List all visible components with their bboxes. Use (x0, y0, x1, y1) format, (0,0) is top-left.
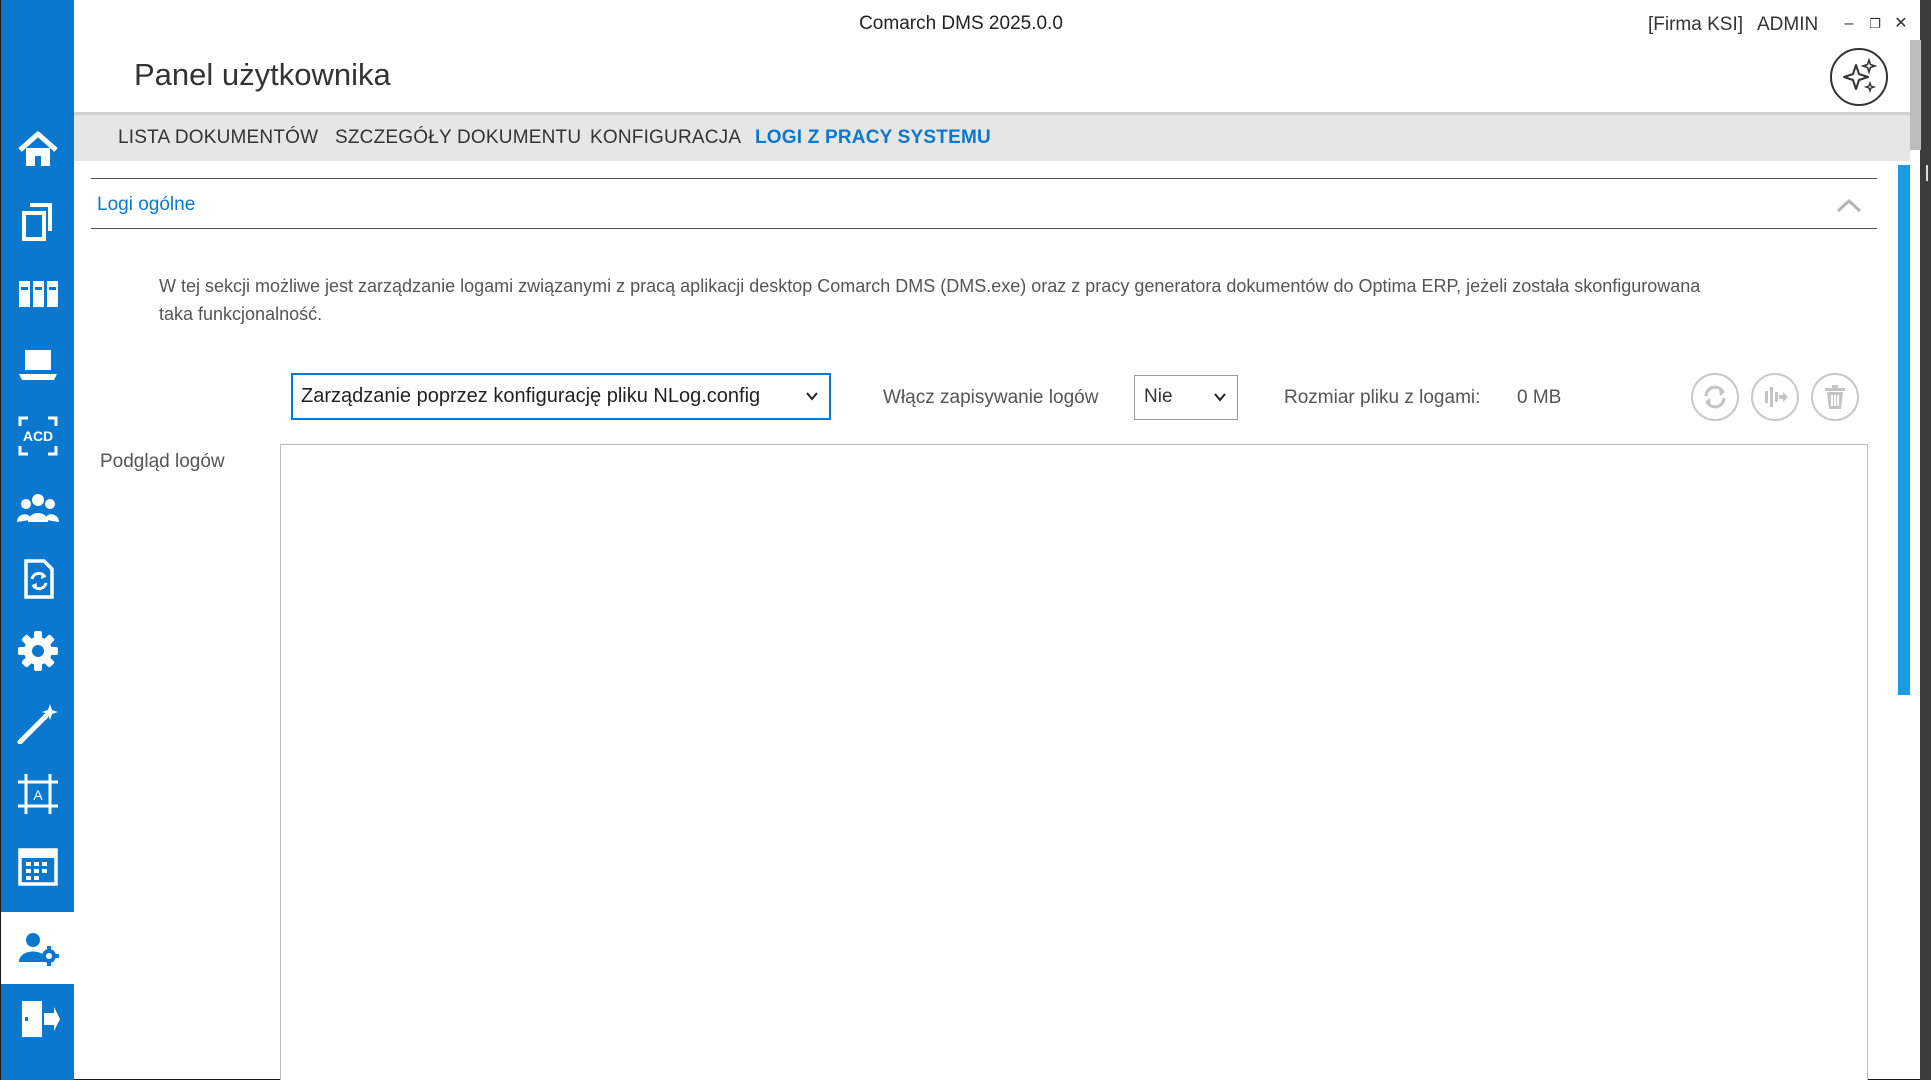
calendar-icon (17, 848, 58, 886)
window-outer-edge (1920, 0, 1931, 1080)
log-management-mode-select[interactable]: Zarządzanie poprzez konfigurację pliku N… (291, 373, 831, 420)
window-title: Comarch DMS 2025.0.0 (859, 13, 1063, 34)
users-icon (16, 494, 59, 522)
tab-configuration[interactable]: KONFIGURACJA (590, 127, 741, 149)
documents-icon (21, 203, 52, 241)
chevron-down-icon (1214, 393, 1226, 402)
sidebar-item-laptop[interactable] (1, 328, 74, 400)
sidebar-item-ocr[interactable]: ACD (1, 400, 74, 472)
content-scrollbar[interactable] (1898, 165, 1910, 695)
section-divider-top (91, 178, 1877, 179)
tab-document-list[interactable]: LISTA DOKUMENTÓW (118, 127, 318, 149)
window-controls: – ❐ ✕ (1841, 15, 1909, 33)
section-title[interactable]: Logi ogólne (97, 194, 195, 216)
ai-assistant-button[interactable] (1830, 48, 1888, 106)
sidebar-item-calendar[interactable] (1, 830, 74, 902)
enable-logging-value: Nie (1144, 386, 1173, 407)
enable-logging-select[interactable]: Nie (1134, 375, 1238, 420)
sidebar-item-binders[interactable] (1, 257, 74, 329)
template-frame-icon: A (17, 774, 58, 814)
ocr-acd-text: ACD (22, 428, 52, 444)
app-window: ACD A Comarch DMS 2025.0.0 [Firma KSI] A… (0, 0, 1921, 1080)
log-file-size-value: 0 MB (1517, 387, 1562, 408)
restore-button[interactable]: ❐ (1867, 15, 1883, 33)
document-sync-icon (23, 559, 54, 599)
company-name[interactable]: [Firma KSI] (1648, 14, 1743, 36)
user-name[interactable]: ADMIN (1757, 14, 1818, 36)
delete-logs-button[interactable] (1811, 373, 1859, 421)
sidebar-item-settings[interactable] (1, 615, 74, 687)
settings-gear-icon (17, 631, 58, 671)
sidebar-item-logout[interactable] (1, 983, 74, 1055)
tab-bar: LISTA DOKUMENTÓW SZCZEGÓŁY DOKUMENTU KON… (74, 112, 1910, 161)
chevron-down-icon (806, 392, 818, 401)
sparkles-icon (1843, 57, 1878, 94)
refresh-button[interactable] (1691, 373, 1739, 421)
page-title: Panel użytkownika (134, 57, 391, 92)
enable-logging-label: Włącz zapisywanie logów (883, 387, 1099, 408)
sidebar-item-templates[interactable]: A (1, 758, 74, 830)
edge-marker (1926, 165, 1928, 181)
sidebar-item-document-sync[interactable] (1, 543, 74, 615)
chevron-up-icon[interactable] (1835, 196, 1863, 214)
home-icon (17, 131, 58, 166)
close-button[interactable]: ✕ (1893, 15, 1909, 33)
template-frame-text: A (33, 787, 43, 803)
sidebar-item-wizard[interactable] (1, 686, 74, 758)
refresh-icon (1704, 385, 1726, 409)
minimize-button[interactable]: – (1841, 15, 1857, 33)
sidebar-item-user-panel[interactable] (1, 912, 74, 984)
magic-wand-icon (17, 704, 58, 744)
log-preview-label: Podgląd logów (100, 451, 225, 472)
sidebar-item-home[interactable] (1, 114, 74, 186)
laptop-icon (18, 350, 57, 380)
sidebar: ACD A (1, 0, 74, 1080)
ocr-acd-icon: ACD (18, 416, 57, 456)
tab-system-logs[interactable]: LOGI Z PRACY SYSTEMU (755, 127, 991, 149)
section-divider-bottom (91, 228, 1877, 229)
log-management-mode-value: Zarządzanie poprzez konfigurację pliku N… (301, 385, 761, 407)
binders-icon (18, 281, 58, 307)
export-logs-button[interactable] (1751, 373, 1799, 421)
window-scrollbar[interactable] (1910, 40, 1921, 150)
log-file-size-label: Rozmiar pliku z logami: (1284, 387, 1481, 408)
sidebar-item-users[interactable] (1, 472, 74, 544)
section-description: W tej sekcji możliwe jest zarządzanie lo… (159, 276, 1701, 324)
logout-door-icon (21, 1001, 60, 1037)
user-settings-icon (18, 933, 59, 966)
delete-trash-icon (1825, 385, 1845, 409)
tab-document-details[interactable]: SZCZEGÓŁY DOKUMENTU (335, 127, 581, 149)
log-preview-textarea[interactable] (280, 444, 1868, 1080)
sidebar-item-documents[interactable] (1, 185, 74, 257)
export-logs-icon (1765, 387, 1788, 407)
